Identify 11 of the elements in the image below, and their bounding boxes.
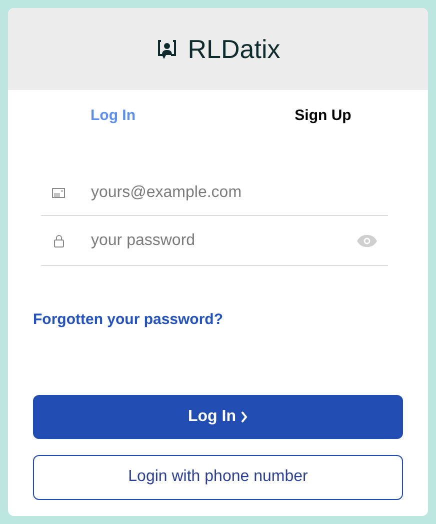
password-field[interactable]: your password xyxy=(91,228,356,252)
eye-icon[interactable] xyxy=(356,234,378,248)
logo-text: RLDatix xyxy=(188,36,280,62)
phone-login-button[interactable]: Login with phone number xyxy=(33,454,403,500)
chevron-right-icon xyxy=(240,410,248,422)
id-card-icon xyxy=(52,188,65,198)
tab[interactable]: Sign Up xyxy=(218,90,428,142)
login-button[interactable]: Log In xyxy=(33,394,403,438)
lock-icon xyxy=(53,234,65,248)
forgot-password-link[interactable]: Forgotten your password? xyxy=(33,309,224,332)
email-field[interactable]: yours@example.com xyxy=(91,180,388,204)
